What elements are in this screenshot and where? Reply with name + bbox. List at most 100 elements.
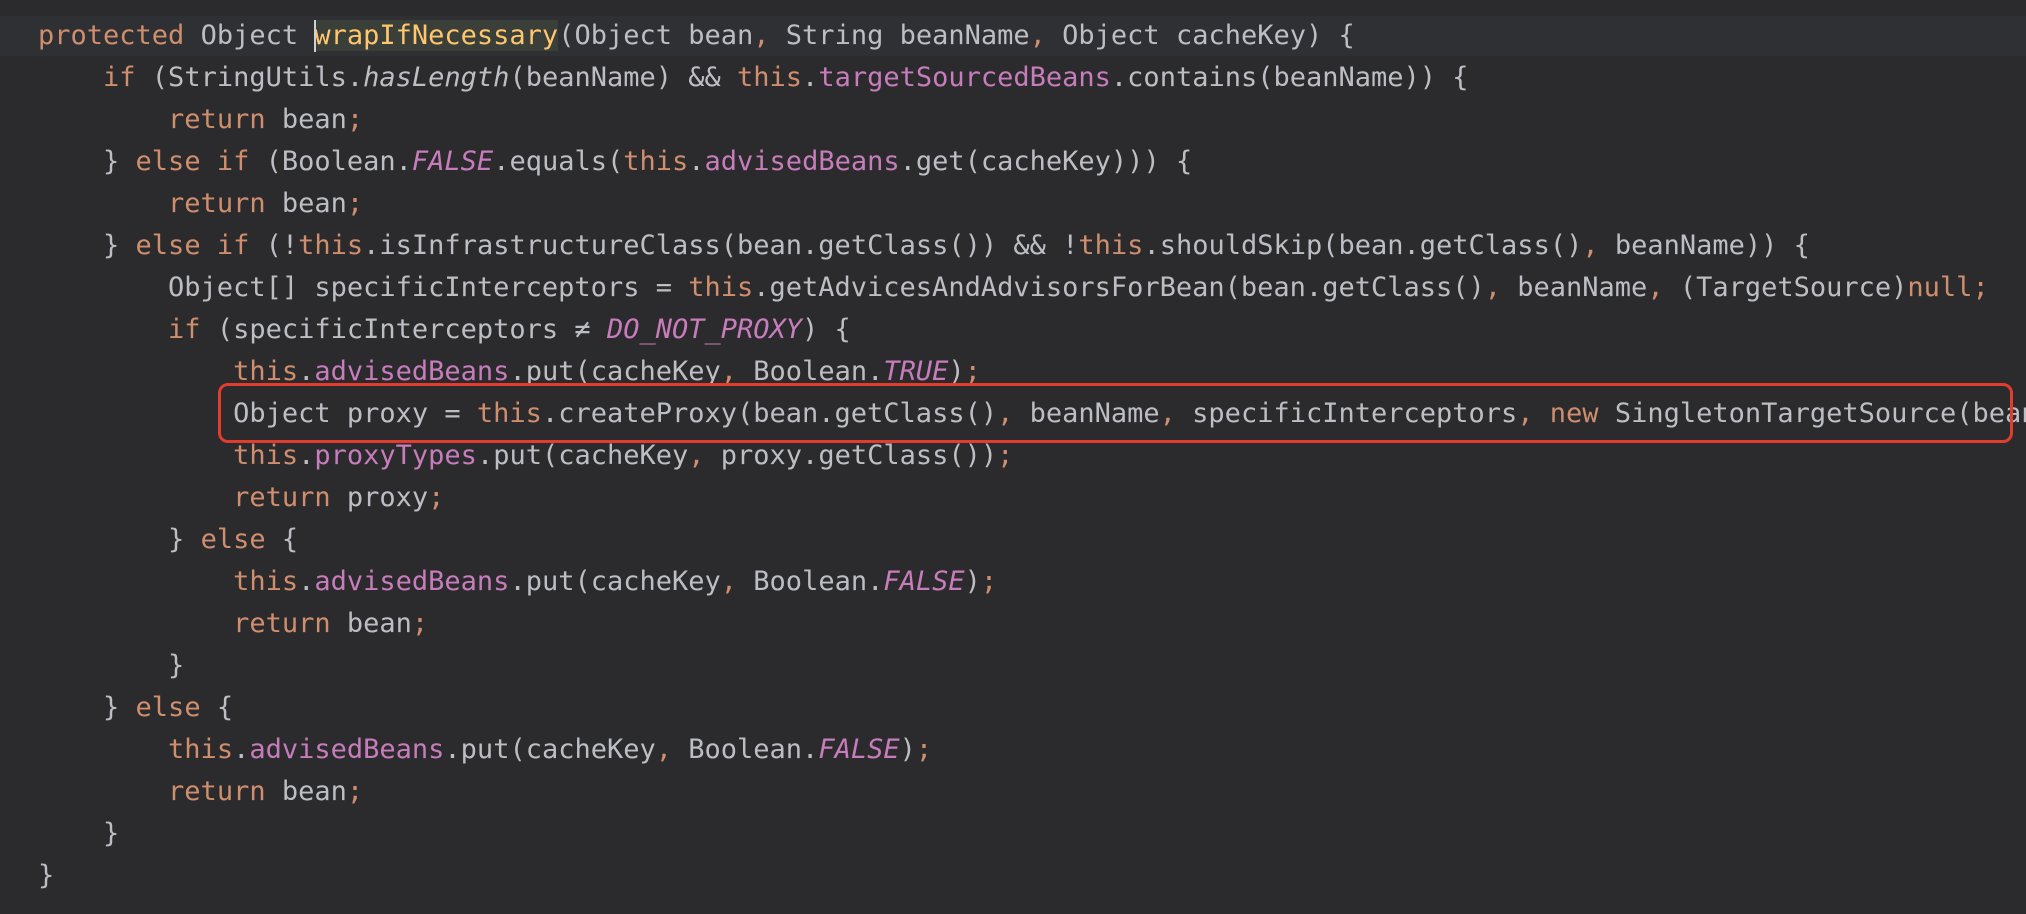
code-token: ;	[346, 188, 364, 219]
code-token: ;	[411, 608, 429, 639]
code-token: else	[200, 524, 266, 555]
code-token: .put(cacheKey	[509, 566, 721, 597]
code-token: ,	[1029, 20, 1063, 51]
code-line-text: }	[38, 646, 184, 686]
code-token: }	[38, 860, 55, 891]
code-token: bean	[265, 104, 347, 135]
code-token: String beanName	[785, 20, 1030, 51]
code-token: (Object bean	[558, 20, 754, 51]
code-line-text: } else {	[38, 520, 298, 560]
code-token: advisedBeans	[704, 146, 900, 177]
code-token: FALSE	[411, 146, 494, 177]
code-line-text: if (StringUtils.hasLength(beanName) && t…	[38, 58, 1469, 98]
code-token: Object	[184, 20, 315, 51]
code-token: this	[623, 146, 689, 177]
code-token: this	[298, 230, 364, 261]
highlight-annotation-box	[218, 383, 2013, 443]
code-token: ;	[346, 104, 364, 135]
code-token: this	[233, 440, 299, 471]
code-token: bean	[265, 776, 347, 807]
code-token: (Boolean.	[249, 146, 412, 177]
code-line-text: return bean;	[38, 772, 363, 812]
code-token: }	[38, 818, 120, 849]
code-token: (StringUtils.	[135, 62, 364, 93]
code-token: ,	[753, 20, 786, 51]
code-token: ;	[980, 566, 998, 597]
code-token: bean	[330, 608, 412, 639]
code-token: .isInfrastructureClass(bean.getClass()) …	[363, 230, 1079, 261]
code-token: .get(cacheKey))) {	[899, 146, 1193, 177]
code-token: }	[38, 650, 185, 681]
code-line-text: return proxy;	[38, 478, 444, 518]
code-token: this	[688, 272, 754, 303]
code-token: ;	[997, 440, 1014, 471]
code-line-text: } else if (Boolean.FALSE.equals(this.adv…	[38, 142, 1192, 182]
code-token: Boolean.	[753, 566, 884, 597]
code-token: .contains(beanName)) {	[1110, 62, 1469, 93]
code-token: ,	[1582, 230, 1615, 261]
code-token: ;	[428, 482, 445, 513]
code-token: this	[233, 566, 299, 597]
code-editor[interactable]: protected Object wrapIfNecessary(Object …	[0, 0, 2026, 914]
code-token: (specificInterceptors ≠	[200, 314, 607, 345]
code-token: FALSE	[818, 734, 900, 765]
code-token: .put(cacheKey	[444, 734, 656, 765]
code-token: proxy.getClass())	[720, 440, 998, 471]
code-token: .	[298, 566, 315, 597]
code-token: {	[265, 524, 299, 555]
code-token: bean	[265, 188, 347, 219]
code-line-text: if (specificInterceptors ≠ DO_NOT_PROXY)…	[38, 310, 851, 350]
code-token: this	[168, 734, 234, 765]
code-token: proxyTypes	[314, 440, 477, 471]
code-token: null	[1907, 272, 1973, 303]
text-caret	[314, 20, 316, 52]
code-token: .equals(	[493, 146, 624, 177]
code-token: advisedBeans	[249, 734, 445, 765]
code-line-text: protected Object wrapIfNecessary(Object …	[38, 16, 1355, 56]
code-token: ;	[1972, 272, 1989, 303]
code-token: ,	[720, 566, 754, 597]
code-token: ;	[346, 776, 364, 807]
code-token: ,	[688, 440, 721, 471]
code-line-text: return bean;	[38, 184, 363, 224]
code-token: .getAdvicesAndAdvisorsForBean(bean.getCl…	[753, 272, 1485, 303]
code-token: if	[103, 62, 136, 93]
code-token: return	[233, 482, 331, 513]
code-token: }	[38, 230, 136, 261]
code-token: .	[802, 62, 819, 93]
code-token: else	[135, 692, 201, 723]
code-token: .put(cacheKey	[476, 440, 689, 471]
code-token: targetSourcedBeans	[818, 62, 1111, 93]
code-line-text: this.advisedBeans.put(cacheKey, Boolean.…	[38, 730, 932, 770]
code-line-text: }	[38, 856, 54, 896]
code-token: if	[168, 314, 201, 345]
code-token: protected	[38, 20, 185, 51]
code-token: return	[233, 608, 331, 639]
code-token: .shouldSkip(bean.getClass()	[1143, 230, 1583, 261]
code-token: beanName	[1517, 272, 1648, 303]
code-token: Object cacheKey) {	[1062, 20, 1355, 51]
code-token: Boolean.	[688, 734, 819, 765]
code-token: }	[38, 146, 136, 177]
code-token: Object[] specificInterceptors =	[38, 272, 689, 303]
code-token: )	[899, 734, 916, 765]
code-token: .	[688, 146, 705, 177]
code-token: ,	[655, 734, 689, 765]
code-token: else if	[135, 146, 250, 177]
code-token: {	[200, 692, 234, 723]
code-token: return	[168, 776, 266, 807]
code-token: ) {	[802, 314, 851, 345]
code-line-text: return bean;	[38, 100, 363, 140]
code-token: beanName)) {	[1614, 230, 1810, 261]
code-line[interactable]: protected Object wrapIfNecessary(Object …	[0, 16, 2026, 56]
code-line-text: Object[] specificInterceptors = this.get…	[38, 268, 1989, 308]
